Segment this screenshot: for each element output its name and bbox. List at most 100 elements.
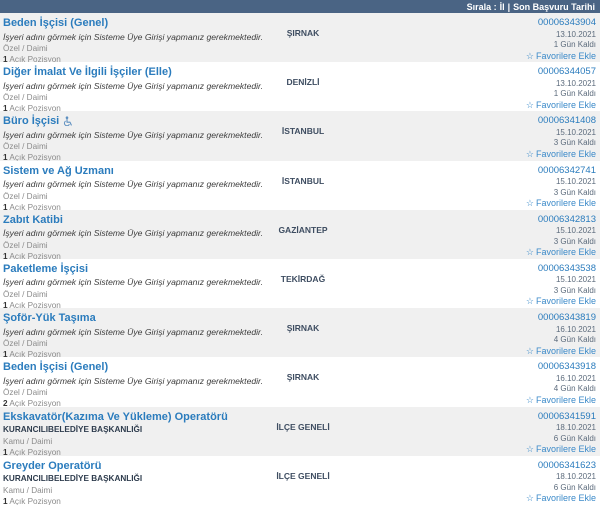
star-icon: ☆ [526, 493, 534, 503]
job-type: Özel / Daimi [3, 142, 243, 151]
open-position-label: Açık Pozisyon [9, 448, 60, 456]
job-row: Paketleme İşçisi İşyeri adını görmek içi… [0, 259, 600, 308]
sort-bar: Sırala : İl | Son Başvuru Tarihi [0, 0, 600, 13]
job-number-link[interactable]: 00006341408 [363, 115, 596, 126]
open-position-label: Açık Pozisyon [9, 55, 60, 62]
job-title-link[interactable]: Zabıt Katibi [3, 214, 63, 226]
job-row: Zabıt Katibi İşyeri adını görmek için Si… [0, 210, 600, 259]
job-number-link[interactable]: 00006344057 [363, 66, 596, 77]
add-favorite-link[interactable]: ☆Favorilere Ekle [363, 149, 596, 160]
job-number-link[interactable]: 00006341623 [363, 460, 596, 471]
job-row: Büro İşçisi İşyeri adını görmek için Sis… [0, 111, 600, 160]
job-row: Beden İşçisi (Genel) İşyeri adını görmek… [0, 13, 600, 62]
star-icon: ☆ [526, 100, 534, 110]
sort-by-province[interactable]: İl [500, 2, 505, 12]
star-icon: ☆ [526, 247, 534, 257]
open-position-label: Açık Pozisyon [9, 497, 60, 505]
open-positions: 1 Açık Pozisyon [3, 497, 243, 505]
days-left-badge: 1 Gün Kaldı [363, 89, 596, 98]
employer-hidden-notice: İşyeri adını görmek için Sisteme Üye Gir… [3, 376, 243, 386]
open-positions: 1 Açık Pozisyon [3, 203, 243, 210]
add-favorite-label: Favorilere Ekle [536, 247, 596, 257]
open-position-count: 1 [3, 497, 8, 505]
days-left-badge: 3 Gün Kaldı [363, 188, 596, 197]
job-number-link[interactable]: 00006343918 [363, 361, 596, 372]
job-number-link[interactable]: 00006343538 [363, 263, 596, 274]
job-title-link[interactable]: Diğer İmalat Ve İlgili İşçiler (Elle) [3, 66, 172, 78]
add-favorite-link[interactable]: ☆Favorilere Ekle [363, 395, 596, 406]
job-type: Özel / Daimi [3, 388, 243, 397]
job-city: GAZİANTEP [243, 214, 363, 259]
star-icon: ☆ [526, 395, 534, 405]
job-row: Diğer İmalat Ve İlgili İşçiler (Elle) İş… [0, 62, 600, 111]
job-number-link[interactable]: 00006341591 [363, 411, 596, 422]
job-type: Kamu / Daimi [3, 486, 243, 495]
open-positions: 2 Açık Pozisyon [3, 399, 243, 406]
employer-hidden-notice: İşyeri adını görmek için Sisteme Üye Gir… [3, 130, 243, 140]
job-title-link[interactable]: Paketleme İşçisi [3, 263, 88, 275]
add-favorite-label: Favorilere Ekle [536, 51, 596, 61]
job-city: İLÇE GENELİ [243, 411, 363, 456]
open-position-count: 1 [3, 104, 8, 111]
job-title-link[interactable]: Büro İşçisi [3, 115, 59, 127]
last-apply-date: 16.10.2021 [363, 325, 596, 334]
job-city: ŞIRNAK [243, 312, 363, 357]
employer-hidden-notice: İşyeri adını görmek için Sisteme Üye Gir… [3, 277, 243, 287]
open-position-count: 1 [3, 448, 8, 456]
add-favorite-link[interactable]: ☆Favorilere Ekle [363, 493, 596, 504]
employer-name: KURANCILIBELEDİYE BAŞKANLIĞI [3, 425, 243, 434]
days-left-badge: 6 Gün Kaldı [363, 434, 596, 443]
last-apply-date: 15.10.2021 [363, 177, 596, 186]
job-title-link[interactable]: Şoför-Yük Taşıma [3, 312, 96, 324]
add-favorite-label: Favorilere Ekle [536, 198, 596, 208]
add-favorite-link[interactable]: ☆Favorilere Ekle [363, 296, 596, 307]
open-position-count: 1 [3, 350, 8, 357]
job-type: Özel / Daimi [3, 93, 243, 102]
job-number-link[interactable]: 00006342813 [363, 214, 596, 225]
days-left-badge: 4 Gün Kaldı [363, 335, 596, 344]
employer-hidden-notice: İşyeri adını görmek için Sisteme Üye Gir… [3, 81, 243, 91]
job-title-link[interactable]: Beden İşçisi (Genel) [3, 17, 108, 29]
open-position-label: Açık Pozisyon [9, 104, 60, 111]
job-number-link[interactable]: 00006342741 [363, 165, 596, 176]
job-row: Şoför-Yük Taşıma İşyeri adını görmek içi… [0, 308, 600, 357]
job-title-link[interactable]: Beden İşçisi (Genel) [3, 361, 108, 373]
add-favorite-link[interactable]: ☆Favorilere Ekle [363, 444, 596, 455]
employer-name: KURANCILIBELEDİYE BAŞKANLIĞI [3, 474, 243, 483]
add-favorite-label: Favorilere Ekle [536, 296, 596, 306]
star-icon: ☆ [526, 444, 534, 454]
open-position-count: 1 [3, 153, 8, 160]
employer-hidden-notice: İşyeri adını görmek için Sisteme Üye Gir… [3, 228, 243, 238]
add-favorite-link[interactable]: ☆Favorilere Ekle [363, 51, 596, 62]
job-title-link[interactable]: Ekskavatör(Kazıma Ve Yükleme) Operatörü [3, 411, 228, 423]
add-favorite-label: Favorilere Ekle [536, 149, 596, 159]
job-type: Özel / Daimi [3, 44, 243, 53]
days-left-badge: 6 Gün Kaldı [363, 483, 596, 492]
star-icon: ☆ [526, 149, 534, 159]
days-left-badge: 3 Gün Kaldı [363, 237, 596, 246]
job-city: İSTANBUL [243, 115, 363, 160]
star-icon: ☆ [526, 51, 534, 61]
job-number-link[interactable]: 00006343819 [363, 312, 596, 323]
open-position-count: 1 [3, 55, 8, 62]
open-position-count: 2 [3, 399, 8, 406]
add-favorite-link[interactable]: ☆Favorilere Ekle [363, 198, 596, 209]
add-favorite-link[interactable]: ☆Favorilere Ekle [363, 247, 596, 258]
job-type: Kamu / Daimi [3, 437, 243, 446]
job-city: TEKİRDAĞ [243, 263, 363, 308]
sort-by-deadline[interactable]: Son Başvuru Tarihi [513, 2, 595, 12]
job-row: Sistem ve Ağ Uzmanı İşyeri adını görmek … [0, 161, 600, 210]
job-title-link[interactable]: Sistem ve Ağ Uzmanı [3, 165, 114, 177]
days-left-badge: 1 Gün Kaldı [363, 40, 596, 49]
add-favorite-link[interactable]: ☆Favorilere Ekle [363, 100, 596, 111]
employer-hidden-notice: İşyeri adını görmek için Sisteme Üye Gir… [3, 179, 243, 189]
add-favorite-link[interactable]: ☆Favorilere Ekle [363, 346, 596, 357]
job-city: ŞIRNAK [243, 17, 363, 62]
open-position-count: 1 [3, 203, 8, 210]
job-city: ŞIRNAK [243, 361, 363, 406]
last-apply-date: 15.10.2021 [363, 226, 596, 235]
job-title-link[interactable]: Greyder Operatörü [3, 460, 101, 472]
job-number-link[interactable]: 00006343904 [363, 17, 596, 28]
add-favorite-label: Favorilere Ekle [536, 100, 596, 110]
days-left-badge: 3 Gün Kaldı [363, 138, 596, 147]
